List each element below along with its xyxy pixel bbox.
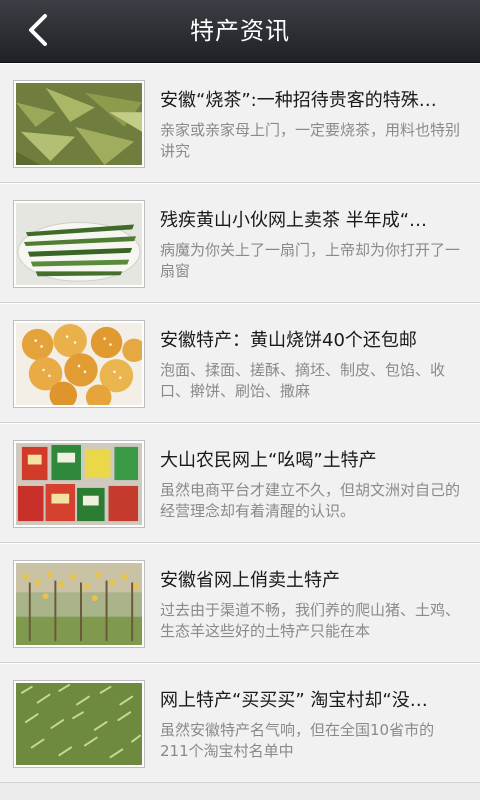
article-title: 安徽“烧茶”:一种招待贵客的特殊… [160, 90, 437, 111]
top-bar: 特产资讯 [0, 0, 480, 63]
article-thumbnail [13, 320, 145, 408]
article-thumbnail [13, 560, 145, 648]
article-title: 大山农民网上“吆喝”土特产 [160, 450, 377, 471]
orchard-trees-image [16, 563, 142, 645]
article-summary: 虽然电商平台才建立不久，但胡文洲对自己的经营理念却有着清醒的认识。 [160, 481, 460, 520]
article-title: 残疾黄山小伙网上卖茶 半年成“… [160, 210, 428, 231]
tea-sprouts-image [16, 683, 142, 765]
article-summary: 过去由于渠道不畅，我们养的爬山猪、土鸡、生态羊这些好的土特产只能在本 [160, 601, 460, 640]
article-thumbnail [13, 200, 145, 288]
list-item[interactable]: 安徽特产：黄山烧饼40个还包邮 泡面、揉面、搓酥、摘坯、制皮、包馅、收口、擀饼、… [0, 303, 480, 423]
article-summary: 泡面、揉面、搓酥、摘坯、制皮、包馅、收口、擀饼、刷饴、撒麻 [160, 361, 446, 400]
sesame-pastries-image [16, 323, 142, 405]
page-title: 特产资讯 [190, 17, 290, 45]
article-list: 安徽“烧茶”:一种招待贵客的特殊… 亲家或亲家母上门，一定要烧茶，用料也特别讲究… [0, 63, 480, 783]
article-thumbnail [13, 440, 145, 528]
green-tea-leaves-image [16, 83, 142, 165]
article-title: 安徽特产：黄山烧饼40个还包邮 [160, 330, 417, 351]
article-summary: 虽然安徽特产名气响，但在全国10省市的211个淘宝村名单中 [160, 721, 435, 760]
article-title: 网上特产“买买买” 淘宝村却“没… [160, 690, 428, 711]
list-item[interactable]: 安徽省网上俏卖土特产 过去由于渠道不畅，我们养的爬山猪、土鸡、生态羊这些好的土特… [0, 543, 480, 663]
list-item[interactable]: 残疾黄山小伙网上卖茶 半年成“… 病魔为你关上了一扇门，上帝却为你打开了一扇窗 [0, 183, 480, 303]
article-thumbnail [13, 80, 145, 168]
list-item[interactable]: 大山农民网上“吆喝”土特产 虽然电商平台才建立不久，但胡文洲对自己的经营理念却有… [0, 423, 480, 543]
packaged-products-image [16, 443, 142, 525]
article-title: 安徽省网上俏卖土特产 [160, 570, 340, 591]
list-item[interactable]: 网上特产“买买买” 淘宝村却“没… 虽然安徽特产名气响，但在全国10省市的211… [0, 663, 480, 783]
article-summary: 病魔为你关上了一扇门，上帝却为你打开了一扇窗 [160, 241, 460, 280]
flat-tea-on-plate-image [16, 203, 142, 285]
article-thumbnail [13, 680, 145, 768]
list-item[interactable]: 安徽“烧茶”:一种招待贵客的特殊… 亲家或亲家母上门，一定要烧茶，用料也特别讲究 [0, 63, 480, 183]
article-summary: 亲家或亲家母上门，一定要烧茶，用料也特别讲究 [160, 121, 460, 160]
